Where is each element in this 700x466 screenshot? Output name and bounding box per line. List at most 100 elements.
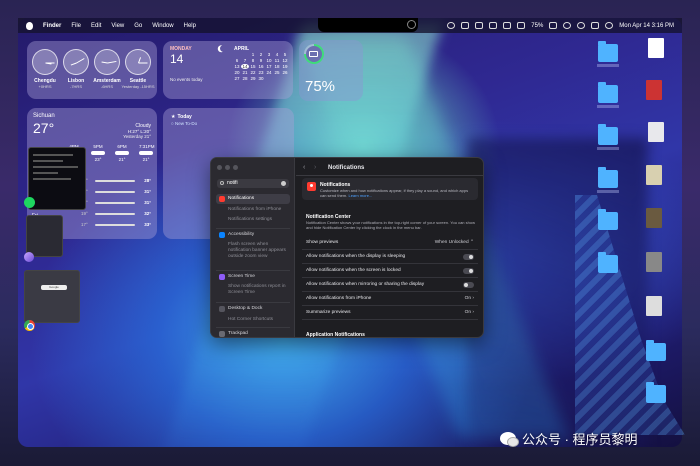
menu-help[interactable]: Help — [184, 23, 196, 29]
sidebar-result-notifications-iphone[interactable]: Notifications from iPhone — [216, 207, 290, 213]
folder-icon[interactable] — [598, 209, 618, 230]
sidebar-result-notifications-report[interactable]: Show notifications report in Screen Time — [216, 284, 290, 296]
document-icon[interactable] — [646, 296, 662, 316]
sidebar-result-flash-screen[interactable]: Flash screen when notification banner ap… — [216, 242, 290, 260]
sidebar-item-label: Notifications from iPhone — [228, 207, 282, 212]
display-sleeping-toggle[interactable] — [463, 254, 474, 260]
minimize-button[interactable] — [225, 165, 230, 170]
document-icon[interactable] — [648, 122, 664, 142]
folder-icon[interactable] — [598, 82, 618, 103]
forward-chevron-icon[interactable]: › — [314, 164, 316, 171]
menu-bar: Finder File Edit View Go Window Help 75%… — [18, 18, 682, 33]
document-icon[interactable] — [646, 165, 662, 185]
menu-window[interactable]: Window — [152, 23, 173, 29]
summarize-previews-row[interactable]: Summarize previews On › — [302, 306, 478, 320]
world-clock-widget[interactable]: Chengdu +0HRS Lisbon -7HRS Amsterdam -6H… — [27, 41, 157, 99]
day-forecast: 17° 33° — [67, 220, 153, 231]
weather-yesterday: Yesterday 21° — [123, 134, 151, 139]
calendar-date — [233, 52, 241, 57]
calendar-date: 10 — [266, 58, 272, 63]
folder-icon[interactable] — [646, 340, 666, 361]
clock-offset: -7HRS — [69, 84, 82, 89]
battery-icon[interactable] — [549, 22, 558, 29]
calendar-date — [281, 76, 289, 81]
control-center-icon[interactable] — [591, 22, 600, 29]
folder-icon[interactable] — [598, 124, 618, 145]
menu-edit[interactable]: Edit — [91, 23, 101, 29]
apple-icon[interactable] — [26, 21, 33, 30]
settings-sidebar: notifi Notifications Notifications from … — [211, 158, 295, 337]
day-low: 19° — [81, 211, 88, 216]
sidebar-item-label: Show notifications report in Screen Time — [228, 284, 286, 295]
sidebar-item-notifications[interactable]: Notifications — [216, 194, 290, 204]
sidebar-item-accessibility[interactable]: Accessibility — [216, 232, 290, 238]
hour-time: 6PM — [117, 144, 127, 149]
folder-icon[interactable] — [598, 167, 618, 188]
status-icon[interactable] — [475, 22, 484, 29]
battery-widget[interactable]: 75% — [299, 40, 363, 101]
search-input[interactable]: notifi — [217, 179, 289, 188]
header-description-text: Customize when and how notifications app… — [320, 188, 469, 198]
status-icon[interactable] — [489, 22, 498, 29]
mirroring-row: Allow notifications when mirroring or sh… — [302, 278, 478, 292]
sidebar-item-desktop-dock[interactable]: Desktop & Dock — [216, 306, 290, 312]
show-previews-row[interactable]: Show previews When Unlocked ⌃ — [302, 236, 478, 250]
input-source-icon[interactable] — [503, 22, 512, 29]
watermark: 公众号 · 程序员黎明 — [500, 428, 638, 448]
clock-offset: -6HRS — [100, 84, 113, 89]
window-thumbnail-chrome[interactable]: Google — [24, 270, 80, 323]
sidebar-item-screen-time[interactable]: Screen Time — [216, 274, 290, 280]
menu-file[interactable]: File — [71, 23, 81, 29]
sidebar-result-hot-corners[interactable]: Hot Corner Shortcuts — [216, 317, 290, 323]
show-previews-select[interactable]: When Unlocked ⌃ — [435, 240, 474, 245]
row-label: Summarize previews — [306, 310, 351, 315]
folder-icon[interactable] — [598, 41, 618, 62]
battery-percent[interactable]: 75% — [531, 23, 543, 29]
menu-clock[interactable]: Mon Apr 14 3:16 PM — [619, 23, 674, 29]
mirroring-toggle[interactable] — [463, 282, 474, 288]
menu-app-name[interactable]: Finder — [43, 23, 61, 29]
temp-range-bar — [95, 191, 135, 193]
close-button[interactable] — [217, 165, 222, 170]
siri-icon[interactable] — [605, 22, 614, 29]
sidebar-result-notifications-settings[interactable]: Notifications settings — [216, 217, 290, 223]
new-todo-item[interactable]: ○ New To-Do — [171, 121, 197, 126]
day-forecast: 19° 32° — [67, 209, 153, 220]
folder-icon[interactable] — [646, 382, 666, 403]
back-chevron-icon[interactable]: ‹ — [303, 164, 305, 171]
screen-locked-toggle[interactable] — [463, 268, 474, 274]
iphone-notifications-row[interactable]: Allow notifications from iPhone On › — [302, 292, 478, 306]
bluetooth-icon[interactable] — [517, 22, 526, 29]
document-icon[interactable] — [646, 80, 662, 100]
status-icon[interactable] — [447, 22, 456, 29]
status-icon[interactable] — [461, 22, 470, 29]
clear-search-icon[interactable] — [281, 181, 286, 186]
wechat-icon — [500, 431, 519, 447]
sidebar-item-trackpad[interactable]: Trackpad — [216, 331, 290, 337]
calendar-widget[interactable]: MONDAY 14 No events today APRIL 12345678… — [163, 41, 293, 99]
spotify-icon[interactable] — [24, 197, 35, 208]
calendar-grid: 1 2 3 4 5 6 7 8 9 10 11 12 13 14 15 16 17 18 19 20 21 22 23 24 2… — [233, 52, 289, 81]
sidebar-item-label: Notifications settings — [228, 217, 272, 222]
wifi-icon[interactable] — [563, 22, 572, 29]
search-icon[interactable] — [577, 22, 586, 29]
chrome-icon[interactable] — [24, 320, 35, 331]
system-settings-window[interactable]: notifi Notifications Notifications from … — [210, 157, 484, 338]
app-icon[interactable] — [24, 252, 34, 262]
menu-view[interactable]: View — [111, 23, 124, 29]
hour-temp: 21° — [142, 157, 150, 162]
calendar-date: 24 — [266, 70, 272, 75]
menu-go[interactable]: Go — [134, 23, 142, 29]
window-thumbnail-terminal[interactable] — [28, 147, 86, 210]
sidebar-item-label: Accessibility — [228, 232, 255, 237]
document-icon[interactable] — [648, 38, 664, 58]
calendar-date: 18 — [274, 64, 280, 69]
calendar-date: 8 — [251, 58, 255, 63]
window-thumbnail-app[interactable] — [26, 215, 63, 257]
learn-more-link[interactable]: Learn more... — [348, 193, 372, 198]
document-icon[interactable] — [646, 252, 662, 272]
document-icon[interactable] — [646, 208, 662, 228]
zoom-button[interactable] — [233, 165, 238, 170]
calendar-day-number: 14 — [170, 52, 184, 66]
folder-icon[interactable] — [598, 252, 618, 273]
